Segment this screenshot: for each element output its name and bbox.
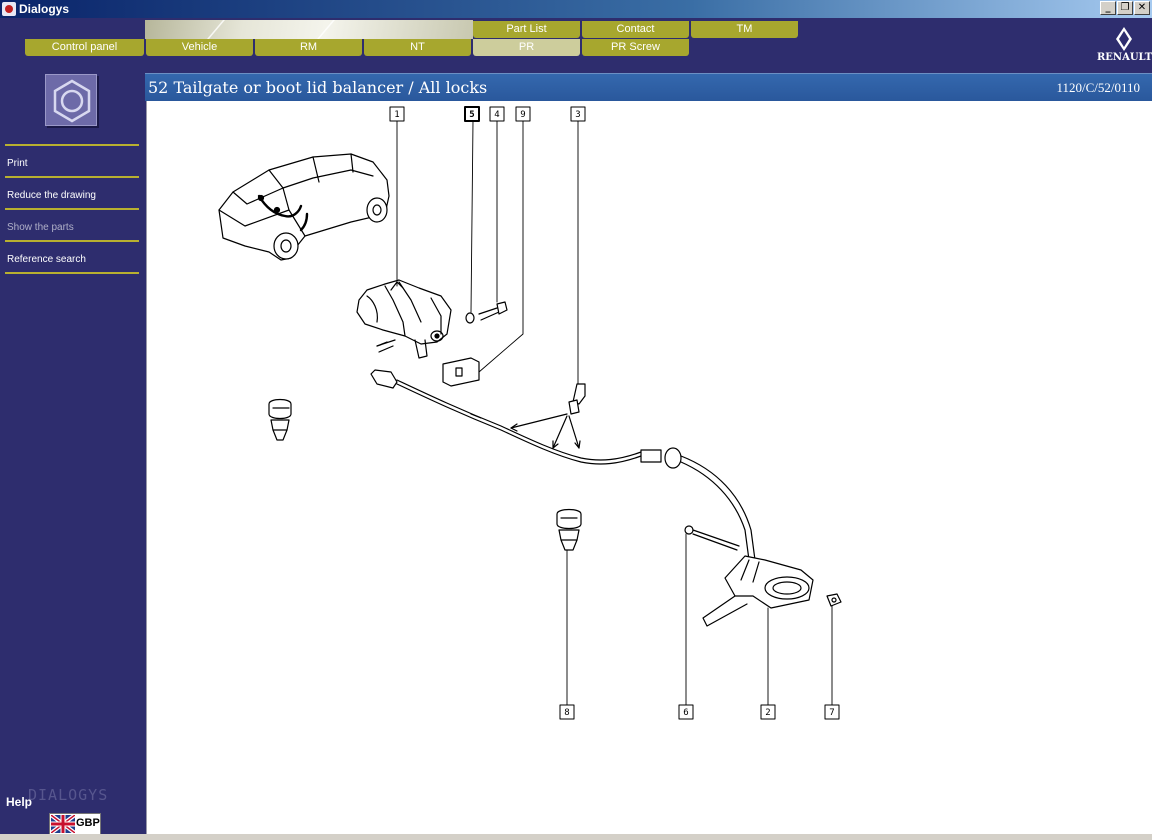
svg-text:4: 4 — [494, 110, 499, 120]
sidebar-item-show-parts: Show the parts — [7, 222, 74, 233]
part-2-latch — [702, 555, 814, 627]
page-title: 52 Tailgate or boot lid balancer / All l… — [148, 78, 488, 97]
svg-text:9: 9 — [520, 110, 525, 120]
part-3-clip — [510, 383, 586, 449]
parts-drawing-area[interactable]: 1 5 4 9 3 8 6 2 7 — [146, 101, 1152, 834]
svg-text:8: 8 — [564, 708, 569, 718]
reference-code: 1120/C/52/0110 — [1056, 80, 1140, 95]
svg-text:3: 3 — [575, 110, 580, 120]
uk-flag-icon — [51, 815, 75, 833]
restore-button[interactable]: ❐ — [1117, 1, 1133, 15]
top-navigation: Part List Contact TM Control panel Vehic… — [0, 18, 1152, 73]
rubber-buffer-left — [268, 398, 292, 441]
window-title: Dialogys — [19, 2, 70, 16]
dialogys-watermark: DIALOGYS — [28, 786, 109, 804]
svg-text:2: 2 — [765, 708, 770, 718]
sidebar-item-reduce-drawing[interactable]: Reduce the drawing — [7, 190, 96, 201]
part-9-bracket — [442, 357, 480, 387]
minimize-button[interactable]: _ — [1100, 1, 1116, 15]
lock-mechanism — [356, 279, 452, 359]
title-bar: Dialogys _ ❐ ✕ — [0, 0, 1152, 18]
callout-7[interactable]: 7 — [824, 704, 840, 720]
tab-tm[interactable]: TM — [691, 21, 798, 38]
part-7-nut — [826, 593, 842, 607]
language-button[interactable]: GBP — [49, 813, 101, 835]
callout-8[interactable]: 8 — [559, 704, 575, 720]
page-header: 52 Tailgate or boot lid balancer / All l… — [145, 73, 1152, 101]
part-5-washer — [465, 312, 475, 324]
exploded-parts-diagram[interactable]: 1 5 4 9 3 8 6 2 7 — [147, 101, 1152, 834]
sidebar-divider — [5, 176, 139, 178]
sidebar-item-reference-search[interactable]: Reference search — [7, 254, 86, 265]
lock-screw — [376, 341, 388, 347]
tab-nt[interactable]: NT — [364, 39, 471, 56]
callout-3[interactable]: 3 — [570, 106, 586, 122]
renault-diamond-icon — [1116, 27, 1132, 51]
close-button[interactable]: ✕ — [1134, 1, 1150, 15]
callout-4[interactable]: 4 — [489, 106, 505, 122]
svg-text:5: 5 — [469, 110, 474, 120]
callout-6[interactable]: 6 — [678, 704, 694, 720]
tab-pr-screw[interactable]: PR Screw — [582, 39, 689, 56]
car-illustration — [218, 153, 390, 261]
part-4-bolt — [478, 301, 508, 321]
svg-text:1: 1 — [394, 110, 399, 120]
sidebar-divider — [5, 144, 139, 146]
leader-lines — [396, 120, 833, 706]
svg-text:7: 7 — [829, 708, 834, 718]
part-8-buffer — [556, 508, 582, 551]
help-link[interactable]: Help — [6, 795, 32, 809]
header-banner — [145, 20, 473, 39]
sidebar-item-print[interactable]: Print — [7, 158, 28, 169]
callout-5[interactable]: 5 — [464, 106, 480, 122]
language-code: GBP — [76, 817, 100, 829]
sidebar-divider — [5, 240, 139, 242]
tab-vehicle[interactable]: Vehicle — [146, 39, 253, 56]
hex-nut-icon — [45, 74, 97, 126]
sidebar: Print Reduce the drawing Show the parts … — [0, 73, 145, 840]
callout-2[interactable]: 2 — [760, 704, 776, 720]
status-bar — [0, 834, 1152, 840]
callout-1[interactable]: 1 — [389, 106, 405, 122]
tab-contact[interactable]: Contact — [582, 21, 689, 38]
sidebar-divider — [5, 208, 139, 210]
brand-name: RENAULT — [1097, 52, 1152, 63]
renault-logo: RENAULT — [1097, 24, 1152, 68]
svg-text:6: 6 — [683, 708, 688, 718]
sidebar-divider — [5, 272, 139, 274]
callout-9[interactable]: 9 — [515, 106, 531, 122]
tab-control-panel[interactable]: Control panel — [25, 39, 144, 56]
tab-part-list[interactable]: Part List — [473, 21, 580, 38]
tab-pr[interactable]: PR — [473, 39, 580, 56]
application-window: Dialogys _ ❐ ✕ Part List Contact TM Cont… — [0, 0, 1152, 840]
part-6-bolt — [684, 525, 740, 551]
tab-rm[interactable]: RM — [255, 39, 362, 56]
app-icon — [2, 2, 16, 16]
